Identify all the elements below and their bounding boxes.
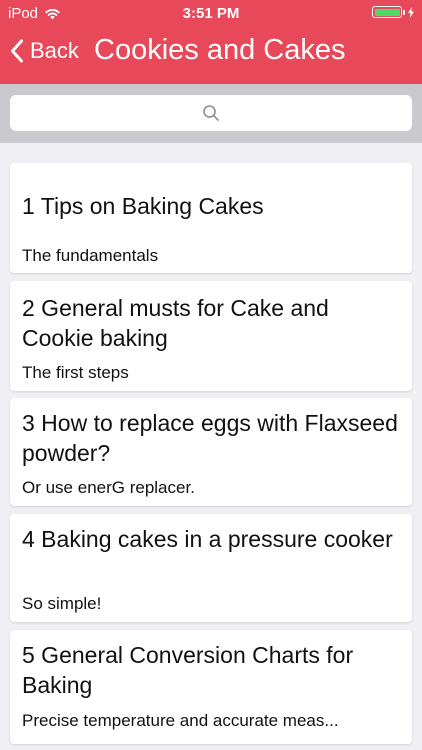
charging-icon [408,6,414,18]
status-bar: iPod 3:51 PM [0,0,422,28]
battery-icon [372,6,405,18]
back-button[interactable]: Back [10,38,79,64]
chevron-left-icon [10,39,24,63]
list-item[interactable]: 2 General musts for Cake and Cookie baki… [10,281,412,391]
list-item-subtitle: The first steps [22,363,129,382]
header: iPod 3:51 PM Back Cookies and Cakes [0,0,422,84]
battery-nub [403,10,405,15]
list-item-subtitle: Precise temperature and accurate meas... [22,711,339,730]
search-input[interactable] [10,95,416,133]
list-item-title: 5 General Conversion Charts for Baking [22,642,354,698]
list-item-title: 3 How to replace eggs with Flaxseed powd… [22,410,398,466]
list-item-title: 2 General musts for Cake and Cookie baki… [22,295,329,351]
page-title: Cookies and Cakes [94,34,346,66]
nav-bar: Back Cookies and Cakes [0,32,422,76]
list-item-subtitle: The fundamentals [22,246,159,265]
list-item[interactable]: 5 General Conversion Charts for Baking P… [10,630,412,744]
list-item-subtitle: So simple! [22,594,102,613]
list-item-subtitle: Or use enerG replacer. [22,478,195,497]
list-item[interactable]: 1 Tips on Baking Cakes The fundamentals [10,163,412,273]
status-time: 3:51 PM [182,5,240,22]
battery-fill [374,8,400,16]
status-right [372,6,414,18]
back-label: Back [30,38,79,63]
list-item[interactable]: 3 How to replace eggs with Flaxseed powd… [10,398,412,506]
list-item-title: 4 Baking cakes in a pressure cooker [22,526,393,552]
list-item[interactable]: 4 Baking cakes in a pressure cooker So s… [10,514,412,622]
search-bar [0,84,422,143]
list-item-title: 1 Tips on Baking Cakes [22,193,264,219]
search-box[interactable] [10,95,416,133]
